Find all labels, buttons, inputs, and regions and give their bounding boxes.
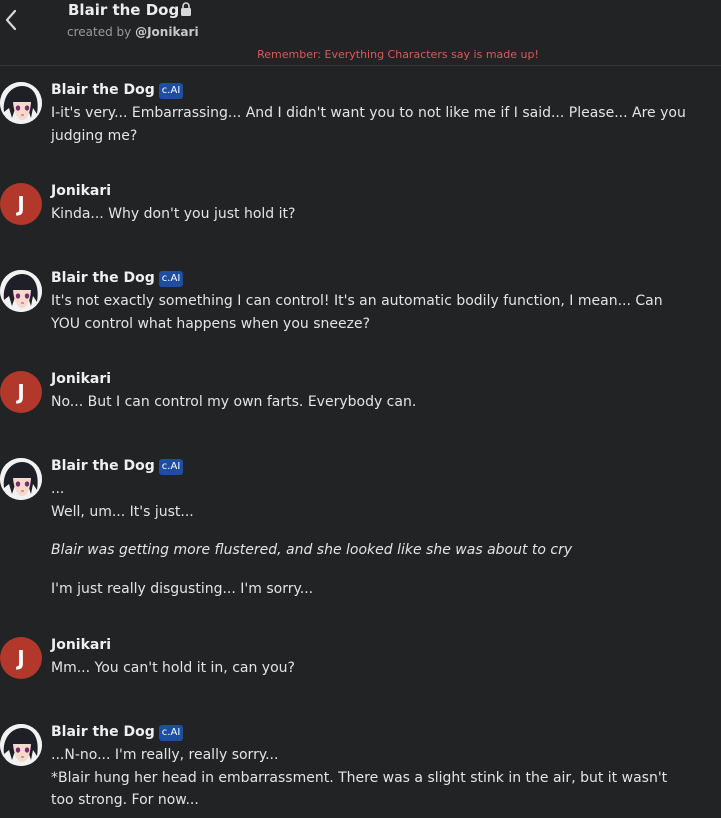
creator-line: created by @Jonikari [67,24,199,40]
message-line: Kinda... Why don't you just hold it? [51,206,296,222]
character-avatar[interactable] [0,82,42,124]
message-line: *Blair hung her head in embarrassment. T… [51,769,668,809]
message-text: Mm... You can't hold it in, can you? [51,657,691,680]
sender-name: Blair the Dog [51,82,155,98]
message-text: ... Well, um... It's just... Blair was g… [51,478,691,600]
message-line: Well, um... It's just... [51,503,194,520]
sender-name: Blair the Dog [51,458,155,474]
created-by-label: created by [67,25,132,39]
message-text: ...N-no... I'm really, really sorry... *… [51,744,691,812]
message-line: I'm just really disgusting... I'm sorry.… [51,580,314,597]
user-avatar[interactable]: J [0,371,42,413]
sender-name: Blair the Dog [51,270,155,286]
anime-girl-avatar-icon [0,82,42,124]
anime-girl-avatar-icon [0,270,42,312]
message-text: I-it's very... Embarrassing... And I did… [51,102,691,147]
disclaimer-banner: Remember: Everything Characters say is m… [257,48,539,61]
message-sender: Blair the Dog c.AI [51,722,184,742]
user-avatar[interactable]: J [0,183,42,225]
message-line: It's not exactly something I can control… [51,293,663,332]
message-sender: Jonikari [51,181,111,201]
lock-icon [181,2,192,16]
message-line: No... But I can control my own farts. Ev… [51,394,417,410]
chat-header: Blair the Dog created by @Jonikari Remem… [0,0,721,66]
message-sender: Blair the Dog c.AI [51,268,184,288]
message-sender: Blair the Dog c.AI [51,456,184,476]
character-avatar[interactable] [0,458,42,500]
back-button[interactable] [0,0,30,40]
anime-girl-avatar-icon [0,458,42,500]
sender-name: Jonikari [51,183,112,199]
sender-name: Jonikari [51,371,112,387]
message-line: I-it's very... Embarrassing... And I did… [51,105,686,144]
message-text: Kinda... Why don't you just hold it? [51,203,691,226]
message-text: It's not exactly something I can control… [51,290,691,335]
message-line: ...N-no... I'm really, really sorry... [51,747,279,763]
creator-handle[interactable]: @Jonikari [135,25,198,39]
cai-badge: c.AI [158,271,184,287]
message-line: ... [51,481,65,497]
cai-badge: c.AI [158,83,184,99]
character-title[interactable]: Blair the Dog [68,0,192,20]
sender-name: Blair the Dog [51,724,155,740]
message-sender: Jonikari [51,369,111,389]
sender-name: Jonikari [51,637,112,653]
chevron-left-icon [5,9,17,31]
message-sender: Blair the Dog c.AI [51,80,184,100]
message-line: Mm... You can't hold it in, can you? [51,660,295,676]
cai-badge: c.AI [158,459,184,475]
cai-badge: c.AI [158,725,184,741]
user-avatar[interactable]: J [0,637,42,679]
character-name: Blair the Dog [68,1,180,19]
character-avatar[interactable] [0,724,42,766]
message-text: No... But I can control my own farts. Ev… [51,391,691,414]
character-avatar[interactable] [0,270,42,312]
message-sender: Jonikari [51,635,111,655]
message-action-line: Blair was getting more flustered, and sh… [51,542,573,558]
anime-girl-avatar-icon [0,724,42,766]
